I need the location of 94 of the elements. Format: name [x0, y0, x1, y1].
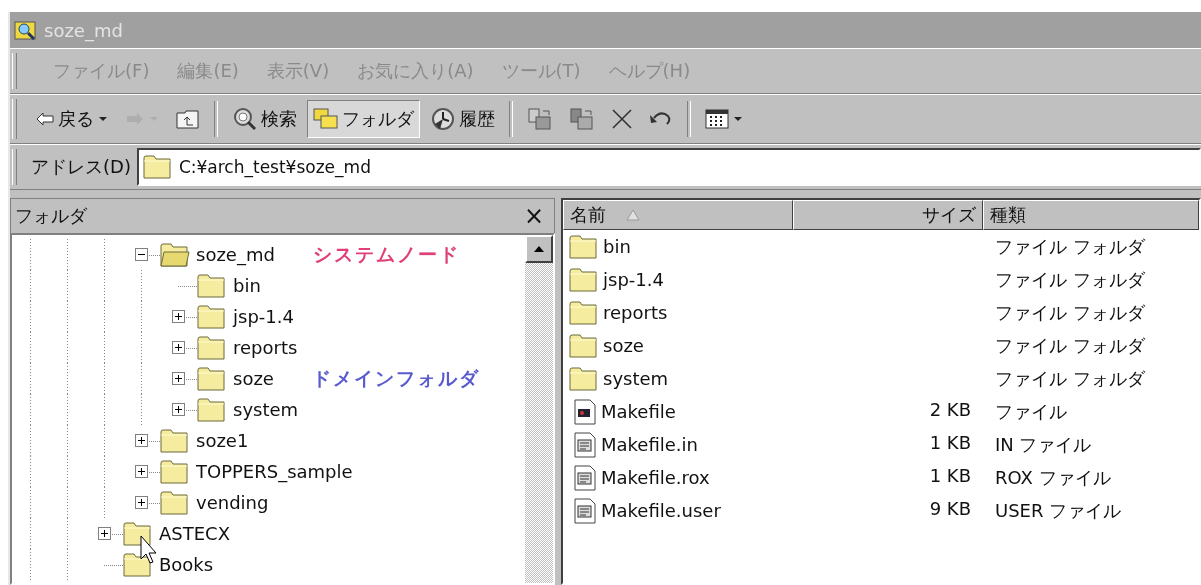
search-button[interactable]: 検索: [226, 100, 303, 138]
tree-item[interactable]: system: [233, 399, 299, 420]
file-name[interactable]: Makefile: [563, 398, 793, 425]
tree-item[interactable]: reports: [233, 337, 298, 358]
document-file-icon: [573, 497, 597, 524]
close-button[interactable]: ×: [523, 202, 544, 230]
scroll-up-button[interactable]: [525, 235, 553, 263]
folder-icon: [197, 273, 227, 298]
folder-icon: [197, 397, 227, 422]
column-header[interactable]: サイズ: [793, 200, 983, 230]
up-arrow-icon: [533, 245, 545, 253]
expand-icon[interactable]: [135, 434, 148, 447]
expand-icon[interactable]: [98, 527, 111, 540]
file-type: ファイル フォルダ: [994, 333, 1146, 358]
tree-item[interactable]: soze_md: [196, 244, 275, 265]
folder-icon: [160, 490, 190, 515]
file-name[interactable]: Makefile.rox: [563, 464, 793, 491]
folder-icon: [569, 234, 599, 259]
folder-icon: [123, 552, 153, 577]
scrollbar[interactable]: [525, 235, 553, 583]
file-name[interactable]: bin: [563, 234, 793, 259]
tree-item[interactable]: soze1: [196, 430, 249, 451]
file-size: 9 KB: [928, 497, 972, 521]
expand-icon[interactable]: [172, 403, 185, 416]
tree-item[interactable]: vending: [196, 492, 269, 513]
window-title: soze_md: [44, 19, 123, 41]
tree-item[interactable]: soze: [233, 368, 274, 389]
file-size: 1 KB: [928, 431, 972, 455]
column-header[interactable]: 名前: [563, 200, 793, 230]
views-grid-icon: [705, 109, 729, 129]
up-folder-icon: [176, 109, 200, 129]
file-name[interactable]: jsp-1.4: [563, 267, 793, 292]
column-header[interactable]: 種類: [983, 200, 1199, 230]
caret-icon: [97, 115, 109, 123]
file-name[interactable]: Makefile.user: [563, 497, 793, 524]
expand-icon[interactable]: [172, 372, 185, 385]
tree-item[interactable]: ASTECX: [159, 523, 230, 544]
explorer-icon: [14, 19, 38, 41]
folder-icon: [569, 333, 599, 358]
file-name[interactable]: reports: [563, 300, 793, 325]
folder-icon: [160, 428, 190, 453]
file-type: ファイル フォルダ: [994, 366, 1146, 391]
document-file-icon: [573, 431, 597, 458]
expand-icon[interactable]: [135, 496, 148, 509]
mouse-pointer-icon: [140, 535, 160, 565]
collapse-icon[interactable]: [135, 248, 148, 261]
expand-icon[interactable]: [172, 341, 185, 354]
file-type: IN ファイル: [994, 432, 1093, 457]
address-field[interactable]: C:¥arch_test¥soze_md: [136, 148, 1201, 186]
folder-icon: [197, 304, 227, 329]
tree-item[interactable]: jsp-1.4: [233, 306, 294, 327]
delete-icon: [611, 108, 633, 130]
address-label: アドレス(D): [31, 155, 131, 179]
pane-title: フォルダ: [15, 204, 87, 228]
back-button[interactable]: 戻る: [29, 100, 115, 138]
program-file-icon: [573, 398, 597, 425]
file-name[interactable]: Makefile.in: [563, 431, 793, 458]
search-icon: [232, 107, 258, 131]
file-type: ファイル フォルダ: [994, 234, 1146, 259]
caret-icon: [732, 115, 744, 123]
folder-icon: [160, 459, 190, 484]
folder-icon: [142, 155, 173, 179]
file-type: ROX ファイル: [994, 465, 1112, 490]
history-button[interactable]: 履歴: [424, 100, 501, 138]
file-name[interactable]: system: [563, 366, 793, 391]
expand-icon[interactable]: [135, 465, 148, 478]
file-size: 1 KB: [928, 464, 972, 488]
back-arrow-icon: [35, 111, 55, 127]
folder-icon: [197, 335, 227, 360]
annotation-label: ドメインフォルダ: [311, 365, 480, 391]
file-type: ファイル フォルダ: [994, 300, 1146, 325]
folder-icon: [123, 521, 153, 546]
open-folder-icon: [160, 242, 190, 267]
tree-item[interactable]: bin: [233, 275, 261, 296]
clock-icon: [430, 107, 456, 131]
folder-icon: [569, 366, 599, 391]
file-name[interactable]: soze: [563, 333, 793, 358]
sort-arrow-icon: [626, 209, 640, 221]
folders-button[interactable]: フォルダ: [307, 100, 420, 138]
folder-icon: [569, 267, 599, 292]
document-file-icon: [573, 464, 597, 491]
annotation-label: システムノード: [312, 241, 460, 267]
copy-to-icon: [569, 107, 595, 131]
expand-icon[interactable]: [172, 310, 185, 323]
file-type: ファイル: [994, 399, 1068, 424]
file-size: 2 KB: [928, 398, 972, 422]
tree-item[interactable]: TOPPERS_sample: [196, 461, 353, 482]
folder-icon: [569, 300, 599, 325]
tree-item[interactable]: Books: [159, 554, 214, 575]
folder-icon: [197, 366, 227, 391]
file-type: ファイル フォルダ: [994, 267, 1146, 292]
file-type: USER ファイル: [994, 498, 1123, 523]
move-to-icon: [527, 107, 553, 131]
folders-icon: [313, 108, 339, 130]
